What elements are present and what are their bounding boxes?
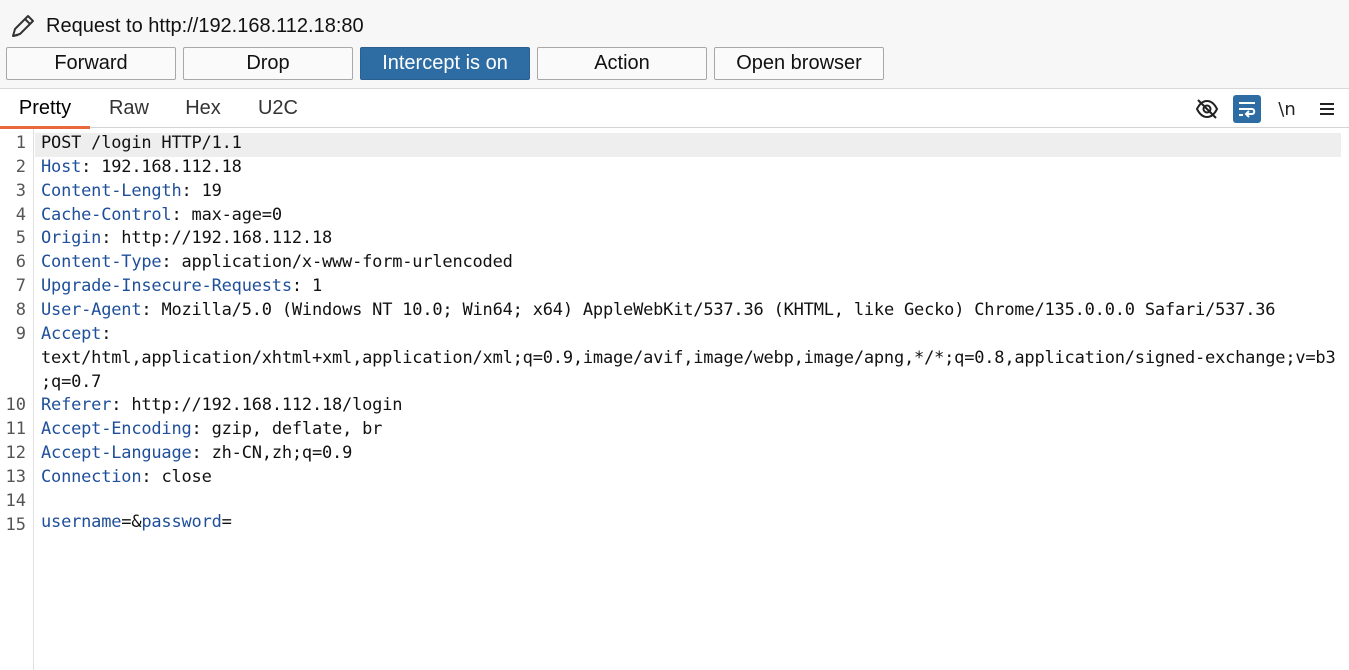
- title-row: Request to http://192.168.112.18:80: [8, 10, 364, 42]
- body-separator: =&: [121, 512, 142, 532]
- body-param-username: username: [41, 512, 122, 532]
- header-separator: :: [141, 466, 162, 487]
- hamburger-menu-icon[interactable]: [1313, 95, 1341, 123]
- line-number: 4: [15, 204, 26, 225]
- header-separator: :: [191, 443, 212, 464]
- header-value: 192.168.112.18: [101, 156, 242, 177]
- header-value: gzip, deflate, br: [211, 419, 383, 440]
- forward-button[interactable]: Forward: [6, 47, 176, 80]
- header-separator: :: [191, 419, 212, 440]
- header-value: http://192.168.112.18/login: [131, 395, 403, 416]
- open-browser-button[interactable]: Open browser: [714, 47, 884, 80]
- header-name: Upgrade-Insecure-Requests: [41, 276, 292, 297]
- code-line: Host: 192.168.112.18: [41, 157, 242, 177]
- code-line: User-Agent: Mozilla/5.0 (Windows NT 10.0…: [41, 299, 1276, 320]
- header-name: Connection: [41, 466, 142, 487]
- intercept-toggle-button[interactable]: Intercept is on: [360, 47, 530, 80]
- header-name: Referer: [41, 395, 112, 416]
- header-value: application/x-www-form-urlencoded: [181, 252, 513, 273]
- pencil-icon[interactable]: [8, 11, 38, 41]
- code-line: Accept-Language: zh-CN,zh;q=0.9: [41, 443, 352, 463]
- code-line: Cache-Control: max-age=0: [41, 205, 282, 225]
- code-line: Content-Length: 19: [41, 181, 222, 201]
- tab-raw[interactable]: Raw: [100, 89, 158, 128]
- header-value: max-age=0: [191, 204, 283, 225]
- header-separator: :: [161, 252, 182, 273]
- drop-button[interactable]: Drop: [183, 47, 353, 80]
- view-tabs: Pretty Raw Hex U2C \n: [0, 88, 1349, 129]
- newline-toggle[interactable]: \n: [1273, 95, 1301, 123]
- header-separator: :: [101, 323, 112, 344]
- header-name: Accept: [41, 323, 102, 344]
- code-line: Upgrade-Insecure-Requests: 1: [41, 276, 322, 296]
- header-value: 19: [201, 180, 222, 201]
- code-line: POST /login HTTP/1.1: [41, 133, 242, 153]
- line-number: 11: [5, 419, 26, 440]
- line-number: 2: [15, 156, 26, 177]
- code-line: Content-Type: application/x-www-form-url…: [41, 252, 513, 272]
- line-text: text/html,application/xhtml+xml,applicat…: [41, 347, 1336, 368]
- line-text: POST /login HTTP/1.1: [41, 133, 242, 153]
- code-line: ;q=0.7: [41, 372, 101, 392]
- request-header: Request to http://192.168.112.18:80 Forw…: [0, 0, 1349, 88]
- header-separator: :: [111, 395, 132, 416]
- line-number: 3: [15, 180, 26, 201]
- request-title: Request to http://192.168.112.18:80: [46, 14, 364, 37]
- intercept-toolbar: Forward Drop Intercept is on Action Open…: [6, 47, 891, 80]
- header-value: zh-CN,zh;q=0.9: [211, 443, 353, 464]
- code-line: Referer: http://192.168.112.18/login: [41, 395, 402, 415]
- action-button[interactable]: Action: [537, 47, 707, 80]
- code-line: Accept:: [41, 324, 111, 344]
- code-line: Origin: http://192.168.112.18: [41, 228, 332, 248]
- tab-hex[interactable]: Hex: [176, 89, 230, 128]
- line-number: 6: [15, 252, 26, 273]
- header-name: Origin: [41, 228, 102, 249]
- header-name: User-Agent: [41, 299, 142, 320]
- line-number: 1: [15, 133, 26, 153]
- word-wrap-icon[interactable]: [1233, 95, 1261, 123]
- header-separator: :: [291, 276, 312, 297]
- code-line: text/html,application/xhtml+xml,applicat…: [41, 348, 1336, 368]
- line-number: 9: [15, 323, 26, 344]
- code-line: Connection: close: [41, 467, 212, 487]
- header-name: Content-Length: [41, 180, 182, 201]
- header-separator: :: [81, 156, 102, 177]
- tab-u2c[interactable]: U2C: [250, 89, 306, 128]
- header-name: Content-Type: [41, 252, 162, 273]
- newline-label: \n: [1278, 98, 1296, 120]
- header-value: 1: [311, 276, 322, 297]
- header-value: Mozilla/5.0 (Windows NT 10.0; Win64; x64…: [161, 299, 1276, 320]
- header-separator: :: [181, 180, 202, 201]
- header-name: Accept-Encoding: [41, 419, 192, 440]
- tab-pretty[interactable]: Pretty: [0, 89, 90, 129]
- line-number: 5: [15, 228, 26, 249]
- line-number: 10: [5, 395, 26, 416]
- line-number: 14: [5, 490, 26, 511]
- body-param-password: password: [141, 512, 222, 532]
- header-separator: :: [101, 228, 122, 249]
- line-text: ;q=0.7: [41, 371, 102, 392]
- request-body: username=&password=: [41, 512, 232, 532]
- header-name: Accept-Language: [41, 443, 192, 464]
- line-number: 15: [5, 514, 26, 535]
- eye-slash-icon[interactable]: [1193, 95, 1221, 123]
- line-number: 7: [15, 276, 26, 297]
- body-equals: =: [221, 512, 232, 532]
- line-number: 12: [5, 443, 26, 464]
- line-number: 8: [15, 299, 26, 320]
- header-separator: :: [141, 299, 162, 320]
- line-number: 13: [5, 466, 26, 487]
- header-value: http://192.168.112.18: [121, 228, 333, 249]
- request-editor[interactable]: 1 POST /login HTTP/1.1 2 Host: 192.168.112.…: [0, 129, 1349, 670]
- header-name: Host: [41, 156, 82, 177]
- header-name: Cache-Control: [41, 204, 172, 225]
- header-value: close: [161, 466, 212, 487]
- header-separator: :: [171, 204, 192, 225]
- code-line: Accept-Encoding: gzip, deflate, br: [41, 419, 382, 439]
